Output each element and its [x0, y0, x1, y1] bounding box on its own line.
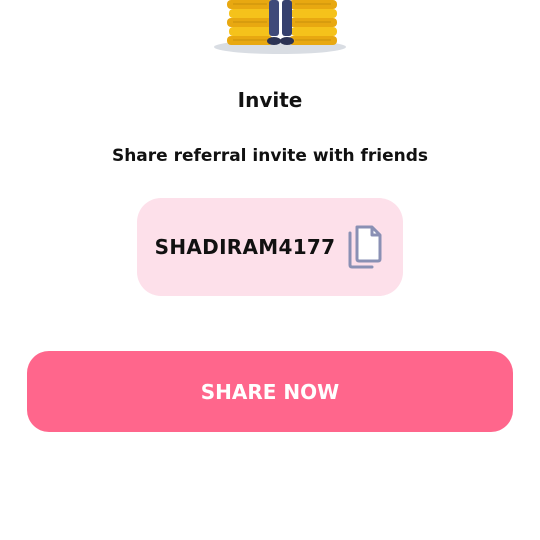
- referral-code: SHADIRAM4177: [154, 235, 336, 259]
- coin-stack-character-illustration: [205, 0, 355, 60]
- share-now-button[interactable]: SHARE NOW: [27, 351, 513, 432]
- copy-icon[interactable]: [345, 224, 385, 270]
- referral-code-box: SHADIRAM4177: [137, 198, 403, 296]
- invite-subtitle: Share referral invite with friends: [111, 146, 429, 166]
- invite-screen: Invite Share referral invite with friend…: [0, 0, 540, 540]
- page-title: Invite: [237, 88, 303, 112]
